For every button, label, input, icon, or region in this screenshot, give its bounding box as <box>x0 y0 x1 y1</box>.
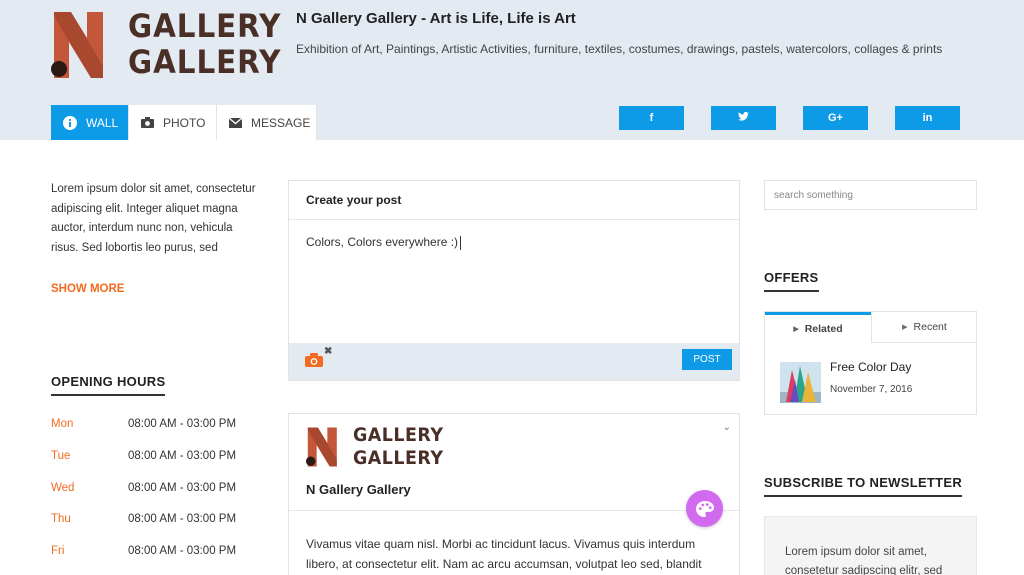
opening-hours-title: OPENING HOURS <box>51 374 166 396</box>
post-card: GALLERY GALLERY ⌄ N Gallery Gallery Viva… <box>288 413 740 575</box>
palette-icon[interactable] <box>686 490 723 527</box>
show-more-link[interactable]: SHOW MORE <box>51 283 124 295</box>
twitter-share-button[interactable] <box>711 106 776 130</box>
page-tabs: WALL PHOTO MESSAGE <box>51 105 317 140</box>
hours-day: Tue <box>51 450 71 462</box>
newsletter-title: SUBSCRIBE TO NEWSLETTER <box>764 475 963 497</box>
newsletter-text: Lorem ipsum dolor sit amet, consetetur s… <box>785 546 943 575</box>
card-logo-n-icon <box>306 427 337 467</box>
hours-day: Mon <box>51 418 74 430</box>
header-bar: GALLERY GALLERY N Gallery Gallery - Art … <box>0 0 1024 140</box>
google-plus-share-button[interactable]: G+ <box>803 106 868 130</box>
logo-line-2: GALLERY <box>128 43 282 81</box>
add-photo-camera-icon[interactable] <box>305 353 323 367</box>
tab-related[interactable]: ▶ Related <box>765 312 871 343</box>
hours-time: 08:00 AM - 03:00 PM <box>128 545 237 557</box>
tab-photo-label: PHOTO <box>163 115 206 130</box>
hours-time: 08:00 AM - 03:00 PM <box>128 418 237 430</box>
google-plus-icon: G+ <box>828 112 843 124</box>
site-title: N Gallery Gallery - Art is Life, Life is… <box>296 10 576 27</box>
camera-icon <box>141 116 154 130</box>
card-divider <box>289 510 739 511</box>
logo-line-1: GALLERY <box>128 7 282 45</box>
search-input[interactable] <box>764 180 977 210</box>
tab-wall[interactable]: WALL <box>51 105 129 140</box>
intro-text: Lorem ipsum dolor sit amet, consectetur … <box>51 183 256 254</box>
post-textarea[interactable]: Colors, Colors everywhere :) <box>306 235 462 250</box>
caret-right-icon: ▶ <box>902 324 908 331</box>
post-text-value: Colors, Colors everywhere :) <box>306 235 459 249</box>
create-post-heading: Create your post <box>289 181 739 220</box>
tab-wall-label: WALL <box>86 115 119 130</box>
post-button[interactable]: POST <box>682 349 732 370</box>
tab-message[interactable]: MESSAGE <box>217 105 317 140</box>
info-icon <box>63 115 77 130</box>
hours-time: 08:00 AM - 03:00 PM <box>128 450 237 462</box>
twitter-icon <box>738 111 749 124</box>
newsletter-box: Lorem ipsum dolor sit amet, consetetur s… <box>764 516 977 575</box>
offers-panel: ▶ Related ▶ Recent Free Color Day Novemb… <box>764 311 977 415</box>
card-logo-wordmark: GALLERY GALLERY <box>353 424 443 470</box>
linkedin-share-button[interactable]: in <box>895 106 960 130</box>
post-toolbar: ✖ POST <box>289 343 739 380</box>
tab-message-label: MESSAGE <box>251 115 311 130</box>
card-body-text: Vivamus vitae quam nisl. Morbi ac tincid… <box>306 537 702 571</box>
card-logo-line-1: GALLERY <box>353 424 444 446</box>
hours-day: Wed <box>51 482 75 494</box>
hours-time: 08:00 AM - 03:00 PM <box>128 482 237 494</box>
caret-right-icon: ▶ <box>793 326 799 333</box>
tab-photo[interactable]: PHOTO <box>129 105 217 140</box>
tab-related-label: Related <box>804 323 843 335</box>
offer-title-link[interactable]: Free Color Day <box>830 360 911 374</box>
tab-recent-label: Recent <box>913 321 947 333</box>
hours-day: Fri <box>51 545 65 557</box>
site-subtitle: Exhibition of Art, Paintings, Artistic A… <box>296 42 943 56</box>
offers-title: OFFERS <box>764 270 819 292</box>
facebook-share-button[interactable]: f <box>619 106 684 130</box>
create-post-box: Create your post Colors, Colors everywhe… <box>288 180 740 381</box>
logo-wordmark[interactable]: GALLERY GALLERY <box>128 8 281 80</box>
offer-date: November 7, 2016 <box>830 384 913 395</box>
linkedin-icon: in <box>922 112 933 124</box>
chevron-down-icon[interactable]: ⌄ <box>723 422 731 433</box>
hours-time: 08:00 AM - 03:00 PM <box>128 513 237 525</box>
facebook-icon: f <box>649 112 654 124</box>
offer-thumbnail-image[interactable] <box>780 362 821 403</box>
text-caret <box>460 235 462 250</box>
envelope-icon <box>229 116 242 130</box>
card-logo-line-2: GALLERY <box>353 447 444 469</box>
hours-day: Thu <box>51 513 71 525</box>
card-author-name[interactable]: N Gallery Gallery <box>306 482 411 497</box>
logo-n-icon[interactable] <box>51 12 105 78</box>
remove-photo-close-icon[interactable]: ✖ <box>324 346 332 357</box>
tab-recent[interactable]: ▶ Recent <box>871 312 977 343</box>
